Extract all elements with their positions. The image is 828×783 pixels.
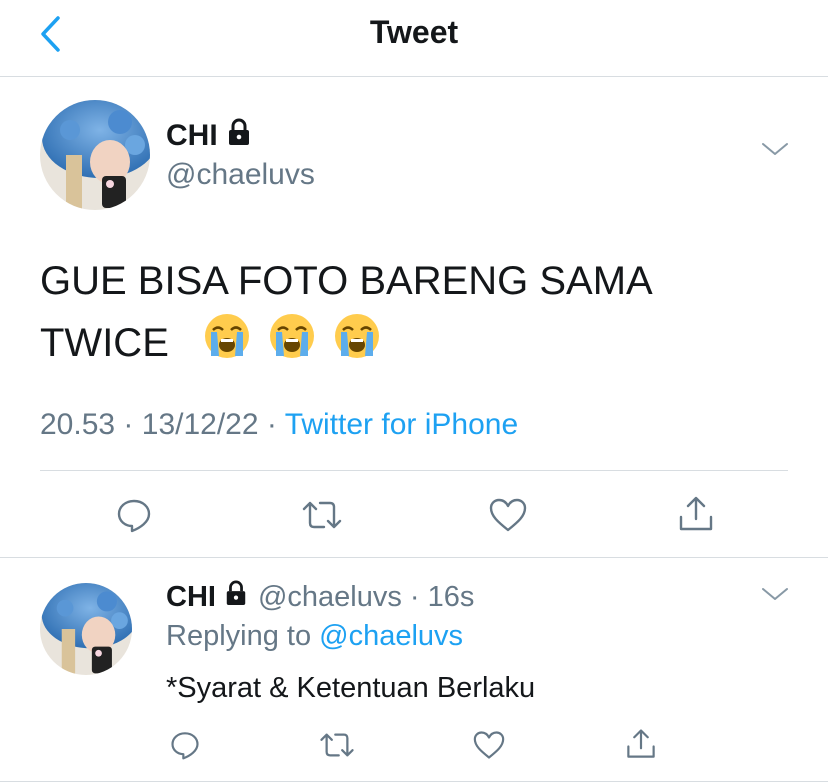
- author-handle[interactable]: @chaeluvs: [166, 158, 315, 192]
- retweet-button[interactable]: [316, 728, 358, 762]
- like-button[interactable]: [486, 494, 530, 536]
- replying-prefix: Replying to: [166, 620, 312, 652]
- share-button[interactable]: [622, 725, 660, 763]
- tweet-text-line: GUE BISA FOTO BARENG SAMA: [40, 259, 653, 303]
- meta-separator: ·: [123, 408, 134, 441]
- like-button[interactable]: [470, 728, 508, 762]
- tweet-source-link[interactable]: Twitter for iPhone: [285, 408, 518, 441]
- reply-handle-time: @chaeluvs · 16s: [257, 580, 475, 613]
- share-icon: [679, 496, 713, 531]
- avatar[interactable]: [40, 583, 132, 675]
- nav-bar: Tweet: [0, 0, 828, 77]
- reply-menu-button[interactable]: [760, 585, 790, 608]
- reply-author-name: CHI: [166, 580, 216, 613]
- divider: [0, 781, 828, 782]
- share-icon: [627, 729, 655, 758]
- retweet-icon: [302, 501, 342, 529]
- chevron-down-icon: [762, 143, 788, 155]
- heart-icon: [489, 498, 527, 532]
- comment-icon: [171, 732, 199, 760]
- replying-to-mention[interactable]: @chaeluvs: [319, 620, 463, 652]
- heart-icon: [473, 731, 505, 759]
- replying-to: Replying to @chaeluvs: [166, 620, 463, 653]
- share-button[interactable]: [674, 492, 718, 536]
- author-name: CHI: [166, 119, 218, 152]
- lock-icon: [226, 118, 252, 154]
- tweet-menu-button[interactable]: [760, 140, 790, 163]
- retweet-icon: [320, 733, 354, 757]
- divider: [0, 557, 828, 558]
- avatar[interactable]: [40, 100, 150, 210]
- reply-header: CHI @chaeluvs · 16s: [166, 580, 474, 614]
- page-title: Tweet: [369, 14, 459, 50]
- author-name-row: CHI: [166, 118, 252, 154]
- comment-icon: [117, 499, 151, 533]
- tweet-time: 20.53: [40, 408, 116, 441]
- reply-button[interactable]: [166, 726, 204, 764]
- retweet-button[interactable]: [298, 495, 346, 535]
- crying-face-icon: [268, 312, 316, 378]
- reply-button[interactable]: [112, 493, 156, 537]
- tweet-text-line: TWICE: [40, 321, 169, 365]
- crying-face-icon: [333, 312, 381, 378]
- chevron-down-icon: [762, 588, 788, 600]
- lock-icon: [224, 580, 248, 614]
- meta-separator: ·: [266, 408, 277, 441]
- tweet-text: GUE BISA FOTO BARENG SAMA TWICE: [40, 250, 800, 378]
- crying-face-icon: [203, 312, 251, 378]
- divider: [40, 470, 788, 471]
- reply-text: *Syarat & Ketentuan Berlaku: [166, 672, 536, 704]
- tweet-meta: 20.53 · 13/12/22 · Twitter for iPhone: [40, 408, 518, 442]
- tweet-date: 13/12/22: [141, 408, 259, 441]
